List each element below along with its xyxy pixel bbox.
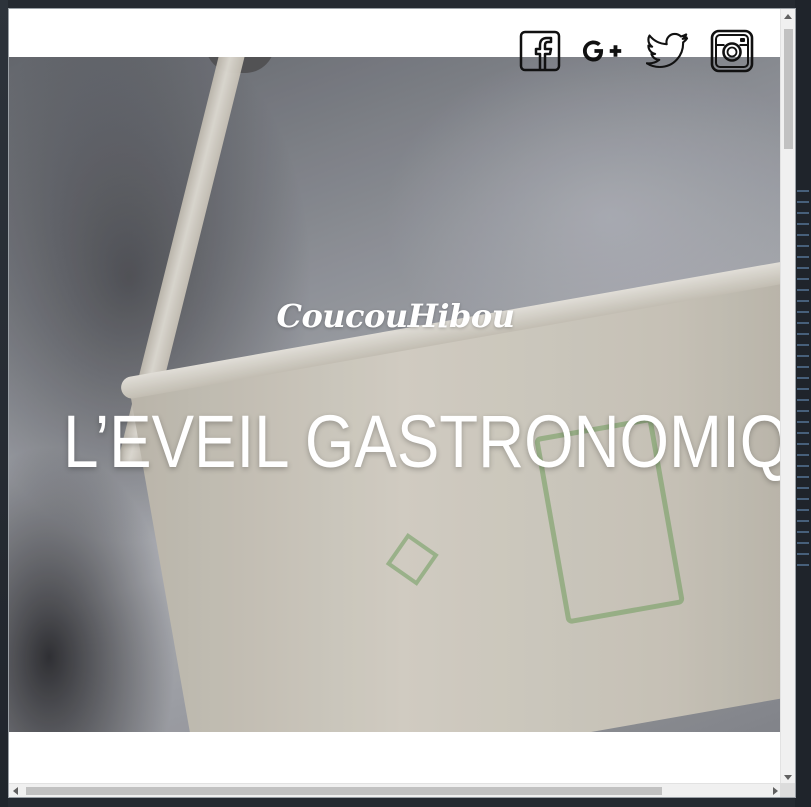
vertical-scroll-thumb[interactable] xyxy=(784,29,793,149)
scroll-right-arrow-icon[interactable] xyxy=(773,787,778,795)
instagram-icon[interactable] xyxy=(710,29,754,73)
scroll-left-arrow-icon[interactable] xyxy=(13,787,18,795)
editor-right-edge xyxy=(795,0,811,807)
vertical-scrollbar[interactable] xyxy=(780,9,795,785)
hero-section: CoucouHibou L’EVEIL GASTRONOMIQUE xyxy=(9,57,782,732)
google-plus-icon[interactable] xyxy=(582,29,626,73)
scrollbar-corner xyxy=(780,783,795,797)
horizontal-scroll-thumb[interactable] xyxy=(26,787,662,795)
facebook-icon[interactable] xyxy=(518,29,562,73)
hero-overlay xyxy=(9,57,782,732)
editor-code-lines xyxy=(797,190,809,570)
editor-left-edge xyxy=(0,0,8,807)
browser-window: CoucouHibou L’EVEIL GASTRONOMIQUE xyxy=(8,8,796,798)
brand-logo-text[interactable]: CoucouHibou xyxy=(9,297,782,335)
scroll-up-arrow-icon[interactable] xyxy=(784,14,792,19)
web-page: CoucouHibou L’EVEIL GASTRONOMIQUE xyxy=(9,9,782,785)
twitter-icon[interactable] xyxy=(646,29,690,73)
social-links xyxy=(518,29,754,73)
hero-headline: L’EVEIL GASTRONOMIQUE xyxy=(63,400,782,483)
scroll-down-arrow-icon[interactable] xyxy=(784,775,792,780)
horizontal-scrollbar[interactable] xyxy=(9,783,782,797)
